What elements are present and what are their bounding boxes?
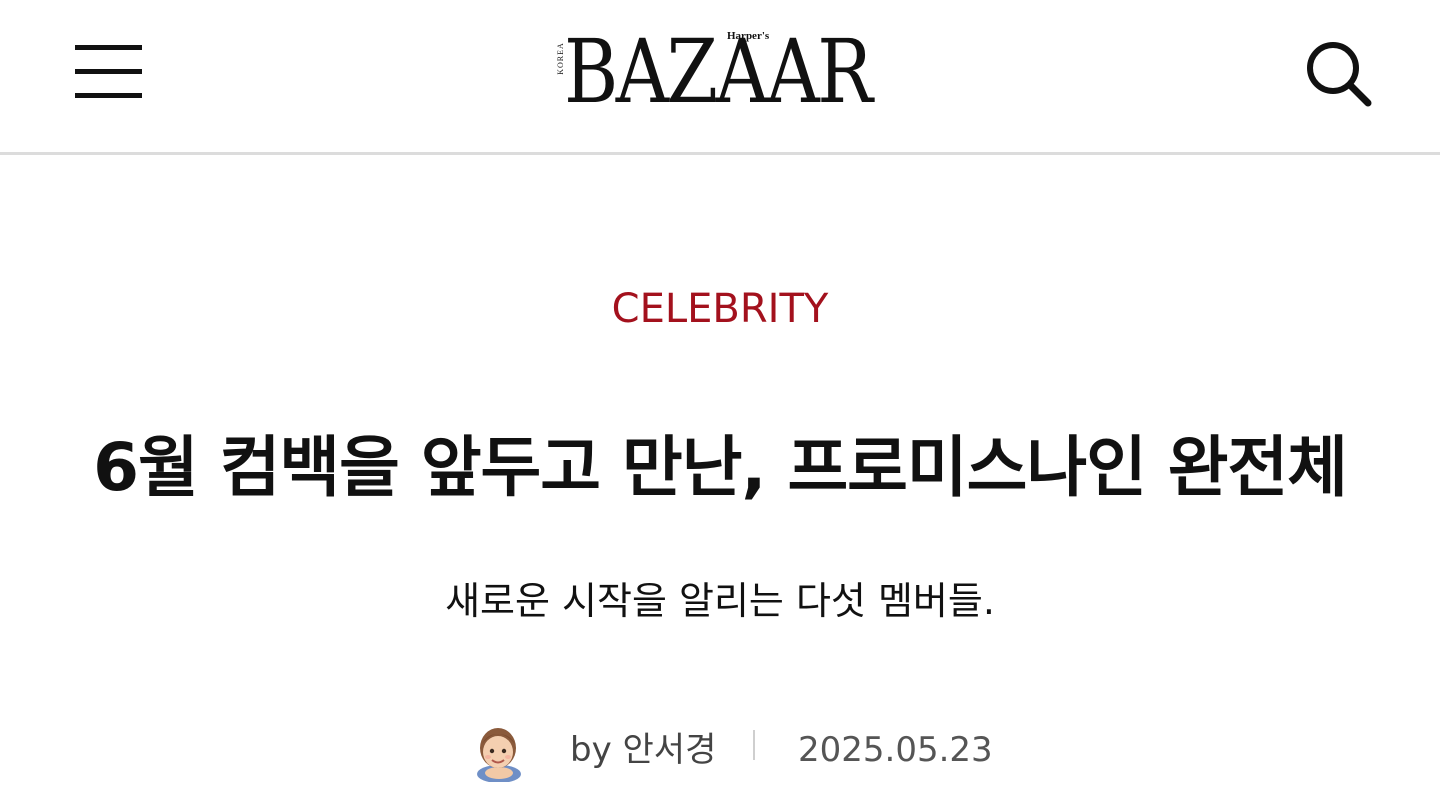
menu-bar [75,69,142,74]
author-name[interactable]: by 안서경 [570,726,716,774]
article-subtitle: 새로운 시작을 알리는 다섯 멤버들. [445,579,995,623]
menu-bar [75,93,142,98]
article-title: 6월 컴백을 앞두고 만난, 프로미스나인 완전체 [93,429,1348,506]
site-header: KOREA Harper's BAZAAR [0,0,1440,155]
logo-wordmark: BAZAAR [564,20,873,123]
search-icon[interactable] [1304,38,1374,108]
hamburger-menu-icon[interactable] [75,45,142,101]
site-logo[interactable]: KOREA Harper's BAZAAR [556,20,890,123]
article-category[interactable]: CELEBRITY [0,282,1440,336]
byline-divider [753,730,755,760]
publish-date: 2025.05.23 [798,730,993,770]
article-byline: by 안서경 2025.05.23 [470,720,993,784]
menu-bar [75,45,142,50]
avatar-memoji-icon [470,720,528,783]
